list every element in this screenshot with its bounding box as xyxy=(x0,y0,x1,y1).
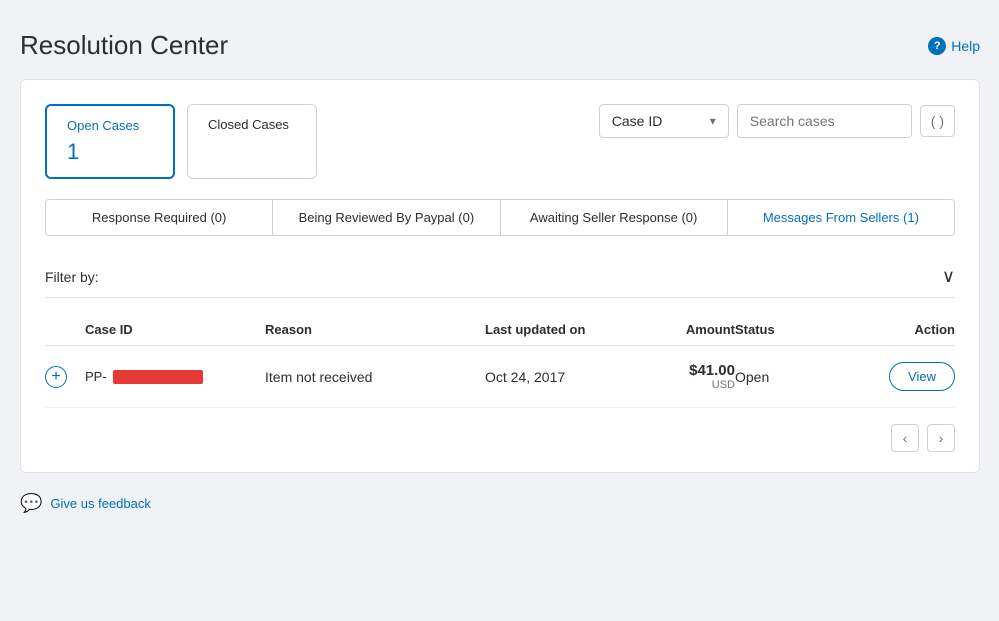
reason-cell: Item not received xyxy=(265,369,485,385)
filter-tab-messages-sellers[interactable]: Messages From Sellers (1) xyxy=(728,200,954,235)
dropdown-arrow-icon: ▾ xyxy=(710,114,716,128)
open-cases-count: 1 xyxy=(67,139,153,165)
row-expand[interactable]: + xyxy=(45,366,85,388)
case-id-prefix: PP- xyxy=(85,369,107,384)
amount-value: $41.00 xyxy=(635,362,735,379)
closed-cases-label: Closed Cases xyxy=(208,117,296,132)
last-updated-cell: Oct 24, 2017 xyxy=(485,369,635,385)
filter-tabs: Response Required (0) Being Reviewed By … xyxy=(45,199,955,236)
help-label: Help xyxy=(951,38,980,54)
open-cases-label: Open Cases xyxy=(67,118,153,133)
prev-page-button[interactable]: ‹ xyxy=(891,424,919,452)
next-page-button[interactable]: › xyxy=(927,424,955,452)
action-cell: View xyxy=(835,362,955,391)
response-required-label: Response Required xyxy=(92,210,207,225)
footer-feedback: 💬 Give us feedback xyxy=(20,493,980,514)
filter-chevron-icon[interactable]: ∨ xyxy=(942,266,955,287)
tab-closed-cases[interactable]: Closed Cases xyxy=(187,104,317,179)
search-button-label: ( ) xyxy=(931,113,944,129)
col-header-expand xyxy=(45,322,85,337)
messages-sellers-count: (1) xyxy=(903,210,919,225)
case-tabs: Open Cases 1 Closed Cases xyxy=(45,104,317,179)
page-container: Resolution Center ? Help Open Cases 1 Cl… xyxy=(20,30,980,591)
prev-arrow-icon: ‹ xyxy=(903,430,908,446)
status-cell: Open xyxy=(735,369,835,385)
filter-by-label: Filter by: xyxy=(45,269,99,285)
top-section: Open Cases 1 Closed Cases Case ID ▾ ( ) xyxy=(45,104,955,179)
search-section: Case ID ▾ ( ) xyxy=(599,104,955,138)
col-header-amount: Amount xyxy=(635,322,735,337)
amount-currency: USD xyxy=(635,379,735,391)
page-title: Resolution Center xyxy=(20,30,228,61)
filter-tab-response-required[interactable]: Response Required (0) xyxy=(46,200,273,235)
view-button[interactable]: View xyxy=(889,362,955,391)
header-row: Resolution Center ? Help xyxy=(20,30,980,61)
help-icon: ? xyxy=(928,37,946,55)
feedback-link[interactable]: Give us feedback xyxy=(50,496,150,511)
col-header-action: Action xyxy=(835,322,955,337)
search-input[interactable] xyxy=(737,104,912,138)
search-dropdown-label: Case ID xyxy=(612,113,663,129)
awaiting-seller-count: (0) xyxy=(681,210,697,225)
filter-bar: Filter by: ∨ xyxy=(45,256,955,298)
case-id-redacted-bar xyxy=(113,370,203,384)
expand-icon[interactable]: + xyxy=(45,366,67,388)
search-button[interactable]: ( ) xyxy=(920,105,955,137)
amount-cell: $41.00 USD xyxy=(635,362,735,391)
search-dropdown[interactable]: Case ID ▾ xyxy=(599,104,729,138)
main-card: Open Cases 1 Closed Cases Case ID ▾ ( ) xyxy=(20,79,980,473)
feedback-icon: 💬 xyxy=(20,493,42,514)
table-header: Case ID Reason Last updated on Amount St… xyxy=(45,314,955,346)
col-header-status: Status xyxy=(735,322,835,337)
messages-sellers-label: Messages From Sellers xyxy=(763,210,900,225)
case-id-cell: PP- xyxy=(85,369,265,384)
being-reviewed-count: (0) xyxy=(458,210,474,225)
filter-tab-awaiting-seller[interactable]: Awaiting Seller Response (0) xyxy=(501,200,728,235)
table-row: + PP- Item not received Oct 24, 2017 $41… xyxy=(45,346,955,408)
col-header-reason: Reason xyxy=(265,322,485,337)
response-required-count: (0) xyxy=(210,210,226,225)
awaiting-seller-label: Awaiting Seller Response xyxy=(530,210,678,225)
col-header-last-updated: Last updated on xyxy=(485,322,635,337)
being-reviewed-label: Being Reviewed By Paypal xyxy=(299,210,455,225)
pagination-row: ‹ › xyxy=(45,424,955,452)
next-arrow-icon: › xyxy=(939,430,944,446)
tab-open-cases[interactable]: Open Cases 1 xyxy=(45,104,175,179)
cases-table: Case ID Reason Last updated on Amount St… xyxy=(45,314,955,408)
col-header-case-id: Case ID xyxy=(85,322,265,337)
filter-tab-being-reviewed[interactable]: Being Reviewed By Paypal (0) xyxy=(273,200,500,235)
help-link[interactable]: ? Help xyxy=(928,37,980,55)
